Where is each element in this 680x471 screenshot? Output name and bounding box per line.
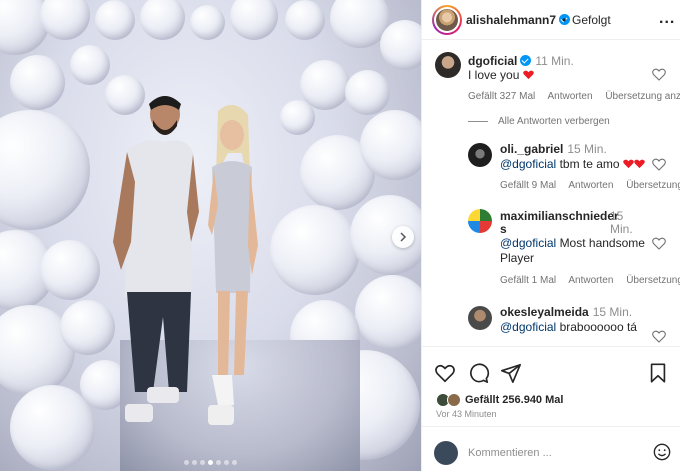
comment-like-icon[interactable] bbox=[652, 158, 666, 171]
balloon bbox=[345, 70, 390, 115]
reply-body: tbm te amo bbox=[559, 157, 620, 171]
author-avatar[interactable] bbox=[432, 5, 462, 35]
reply-username[interactable]: oli._gabriel bbox=[500, 142, 563, 156]
post-header: alishalehmann7 • Gefolgt ... bbox=[422, 0, 680, 40]
man-figure bbox=[113, 96, 199, 422]
balloon bbox=[380, 20, 421, 70]
carousel-dot bbox=[208, 460, 213, 465]
post-timestamp[interactable]: Vor 43 Minuten bbox=[436, 409, 497, 419]
save-bookmark-icon[interactable] bbox=[647, 362, 669, 384]
comments-list[interactable]: dgoficial 11 Min. I love you Gefällt 327 … bbox=[422, 41, 680, 346]
post-actions: Gefällt 256.940 Mal Vor 43 Minuten bbox=[422, 346, 680, 426]
balloon bbox=[270, 205, 360, 295]
reply-text: @dgoficial tbm te amo bbox=[500, 156, 645, 172]
next-slide-button[interactable] bbox=[392, 226, 414, 248]
reply-meta: Gefällt 1 Mal Antworten Übersetzung bbox=[500, 275, 680, 286]
balloon bbox=[10, 385, 95, 470]
balloon bbox=[280, 100, 315, 135]
reply-text: @dgoficial braboooooo tá bbox=[500, 319, 637, 335]
carousel-dot bbox=[192, 460, 197, 465]
mention-link[interactable]: @dgoficial bbox=[500, 320, 556, 334]
red-heart-icon bbox=[623, 159, 634, 169]
follow-status-button[interactable]: Gefolgt bbox=[572, 13, 611, 27]
carousel-dot bbox=[216, 460, 221, 465]
reply-avatar[interactable] bbox=[468, 306, 492, 330]
reply-avatar[interactable] bbox=[468, 209, 492, 233]
woman-figure bbox=[208, 105, 258, 425]
separator: • bbox=[562, 13, 567, 27]
reply-likes[interactable]: Gefällt 1 Mal bbox=[500, 275, 556, 286]
reply-avatar[interactable] bbox=[468, 143, 492, 167]
balloon bbox=[140, 0, 185, 40]
translate-button[interactable]: Übersetzung bbox=[626, 180, 680, 191]
comment-avatar[interactable] bbox=[435, 52, 461, 78]
more-options-button[interactable]: ... bbox=[659, 10, 675, 28]
balloon bbox=[95, 0, 135, 40]
balloon bbox=[285, 0, 325, 40]
balloon bbox=[40, 0, 90, 40]
post-photo[interactable] bbox=[0, 0, 421, 471]
comment-time[interactable]: 11 Min. bbox=[535, 54, 573, 68]
liker-avatar bbox=[447, 393, 461, 407]
reply-button[interactable]: Antworten bbox=[568, 275, 613, 286]
chevron-right-icon bbox=[400, 232, 407, 242]
carousel-dot bbox=[232, 460, 237, 465]
current-user-avatar bbox=[434, 441, 458, 465]
red-heart-icon bbox=[522, 70, 534, 80]
comment-username[interactable]: dgoficial bbox=[468, 54, 517, 68]
post-detail-panel: alishalehmann7 • Gefolgt ... dgoficial 11… bbox=[421, 0, 680, 471]
share-send-icon[interactable] bbox=[500, 362, 522, 384]
balloon bbox=[190, 5, 225, 40]
carousel-dot bbox=[200, 460, 205, 465]
comment-meta: Gefällt 327 Mal Antworten Übersetzung an… bbox=[468, 91, 680, 102]
balloon bbox=[360, 110, 421, 180]
balloon bbox=[0, 110, 90, 230]
reply-body: braboooooo tá bbox=[559, 320, 637, 334]
comment-like-icon[interactable] bbox=[652, 237, 666, 250]
carousel-dots bbox=[0, 460, 421, 465]
comment-composer bbox=[422, 426, 680, 471]
comment-input[interactable] bbox=[468, 444, 638, 462]
comment-like-icon[interactable] bbox=[652, 68, 666, 81]
reply-username[interactable]: okesleyalmeida bbox=[500, 305, 589, 319]
carousel-dot bbox=[224, 460, 229, 465]
red-heart-icon bbox=[634, 159, 645, 169]
reply-time[interactable]: 15 Min. bbox=[593, 305, 632, 319]
author-username[interactable]: alishalehmann7 bbox=[466, 13, 571, 27]
reply-body: Most handsome bbox=[559, 236, 645, 250]
translate-button[interactable]: Übersetzung bbox=[626, 275, 680, 286]
comment-likes[interactable]: Gefällt 327 Mal bbox=[468, 91, 535, 102]
carousel-dot bbox=[184, 460, 189, 465]
reply-text: @dgoficial Most handsome bbox=[500, 235, 645, 251]
comment-text: I love you bbox=[468, 67, 534, 83]
like-heart-icon[interactable] bbox=[434, 362, 456, 384]
balloon bbox=[40, 240, 100, 300]
reply-header: okesleyalmeida 15 Min. bbox=[500, 304, 632, 320]
mention-link[interactable]: @dgoficial bbox=[500, 236, 556, 250]
reply-header: maximilianschnieder bbox=[500, 208, 619, 224]
likes-summary[interactable]: Gefällt 256.940 Mal bbox=[436, 393, 563, 407]
hide-replies-button[interactable]: Alle Antworten verbergen bbox=[468, 116, 610, 127]
emoji-icon[interactable] bbox=[653, 443, 671, 461]
reply-text-cont: Player bbox=[500, 251, 535, 265]
comment-body: I love you bbox=[468, 68, 520, 82]
reply-likes[interactable]: Gefällt 9 Mal bbox=[500, 180, 556, 191]
balloon bbox=[230, 0, 278, 40]
reply-header: oli._gabriel 15 Min. bbox=[500, 141, 607, 157]
verified-icon bbox=[520, 55, 532, 66]
reply-username[interactable]: maximilianschnieder bbox=[500, 209, 619, 223]
translate-button[interactable]: Übersetzung anze bbox=[605, 91, 680, 102]
comment-bubble-icon[interactable] bbox=[468, 362, 490, 384]
balloon bbox=[70, 45, 110, 85]
reply-button[interactable]: Antworten bbox=[568, 180, 613, 191]
reply-time[interactable]: 15 Min. bbox=[567, 142, 606, 156]
reply-meta: Gefällt 9 Mal Antworten Übersetzung bbox=[500, 180, 680, 191]
reply-button[interactable]: Antworten bbox=[548, 91, 593, 102]
comment-like-icon[interactable] bbox=[652, 330, 666, 343]
likes-count[interactable]: Gefällt 256.940 Mal bbox=[465, 394, 563, 406]
balloon bbox=[355, 275, 421, 350]
mention-link[interactable]: @dgoficial bbox=[500, 157, 556, 171]
balloon bbox=[10, 55, 65, 110]
